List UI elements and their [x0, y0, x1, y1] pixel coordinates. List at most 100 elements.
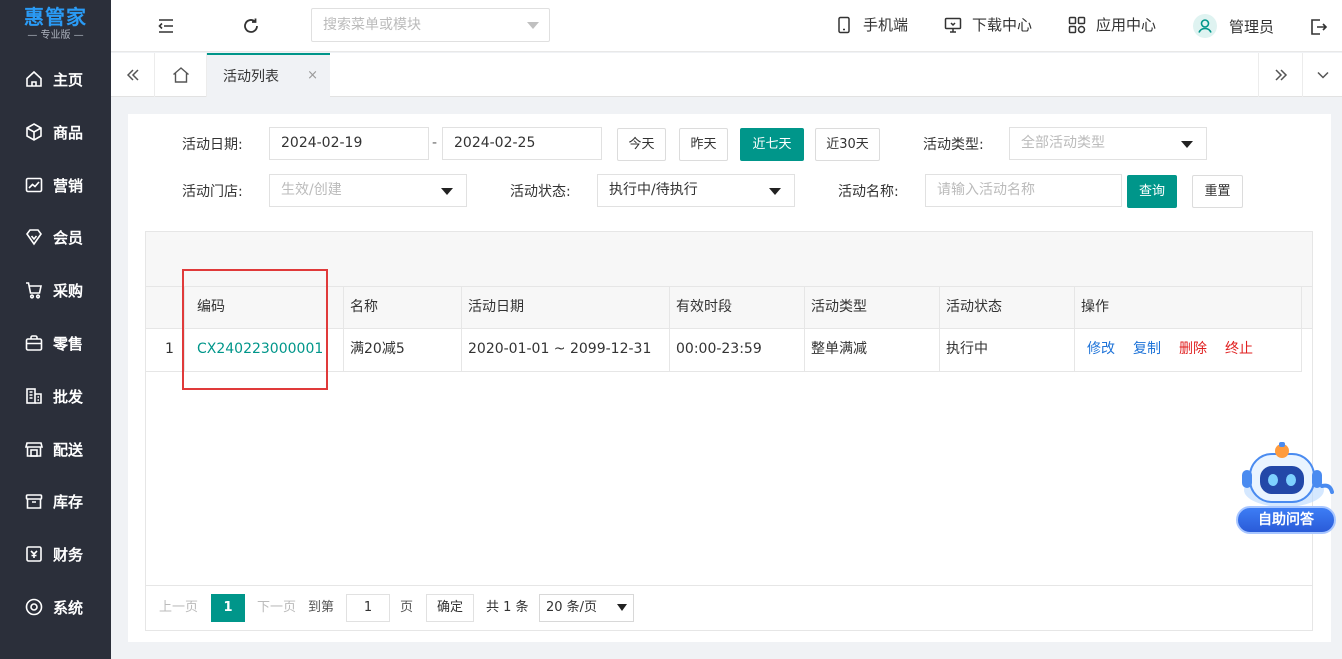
date-end-input[interactable]: 2024-02-25	[442, 127, 602, 160]
tab-bar: 活动列表 ×	[111, 53, 1342, 97]
tabs-scroll-left-button[interactable]	[111, 53, 155, 97]
sidebar-item-label: 营销	[53, 176, 84, 195]
query-button[interactable]: 查询	[1127, 175, 1177, 208]
store-select[interactable]: 生效/创建	[269, 174, 467, 207]
date-start-input[interactable]: 2024-02-19	[269, 127, 429, 160]
stop-link[interactable]: 终止	[1225, 329, 1253, 370]
tab-activity-list[interactable]: 活动列表 ×	[207, 53, 330, 97]
tab-home[interactable]	[155, 53, 207, 97]
sidebar-item-system[interactable]: 系统	[0, 581, 111, 633]
column-header-actions: 操作	[1081, 299, 1109, 315]
today-button[interactable]: 今天	[617, 128, 666, 161]
logo-subtitle: — 专业版 —	[27, 30, 84, 41]
app-center-link[interactable]: 应用中心	[1068, 14, 1156, 35]
sidebar-item-marketing[interactable]: 营销	[0, 159, 111, 211]
date-separator: -	[432, 135, 438, 151]
sidebar-item-home[interactable]: 主页	[0, 53, 111, 105]
pagination: 上一页 1 下一页 到第 1 页 确定 共 1 条 20 条/页	[146, 585, 1312, 630]
next-page-button[interactable]: 下一页	[257, 594, 296, 622]
page-size-select[interactable]: 20 条/页	[539, 594, 634, 622]
column-divider	[669, 286, 670, 372]
sidebar-item-label: 会员	[53, 228, 84, 247]
double-chevron-left-icon	[126, 69, 139, 81]
sidebar-item-retail[interactable]: 零售	[0, 317, 111, 369]
download-center-label: 下载中心	[972, 16, 1033, 34]
user-name: 管理员	[1229, 17, 1275, 36]
page-number-current[interactable]: 1	[211, 594, 245, 622]
sidebar-item-label: 库存	[53, 492, 84, 511]
chevron-down-icon	[1316, 71, 1329, 79]
box-icon	[26, 123, 42, 141]
finance-icon	[26, 546, 42, 562]
column-header-name: 名称	[350, 299, 378, 315]
highlight-box	[182, 269, 328, 390]
settings-icon	[25, 598, 43, 616]
double-chevron-right-icon	[1274, 69, 1287, 81]
goto-page-input[interactable]: 1	[346, 594, 390, 622]
assistant-label: 自助问答	[1236, 506, 1336, 534]
sidebar-item-label: 采购	[53, 281, 84, 300]
column-header-status: 活动状态	[946, 299, 1002, 315]
download-center-link[interactable]: 下载中心	[944, 14, 1032, 35]
last-30-days-button[interactable]: 近30天	[815, 128, 880, 161]
column-header-time: 有效时段	[676, 299, 732, 315]
date-label: 活动日期:	[182, 137, 243, 153]
goto-label: 到第	[308, 600, 335, 615]
tabs-scroll-right-button[interactable]	[1258, 53, 1302, 97]
menu-search-select[interactable]: 搜索菜单或模块	[311, 8, 550, 42]
store-icon	[24, 442, 44, 457]
user-menu[interactable]: 管理员	[1193, 14, 1274, 38]
activity-status: 执行中	[946, 341, 988, 357]
monitor-icon	[944, 17, 962, 33]
activity-name: 满20减5	[350, 341, 405, 357]
sidebar-item-finance[interactable]: 财务	[0, 528, 111, 580]
store-placeholder: 生效/创建	[281, 182, 342, 198]
tabs-menu-button[interactable]	[1302, 53, 1342, 97]
user-avatar-icon	[1193, 14, 1217, 38]
refresh-icon[interactable]	[241, 16, 261, 36]
reset-button[interactable]: 重置	[1192, 175, 1243, 208]
sidebar-item-members[interactable]: 会员	[0, 211, 111, 263]
sidebar-item-label: 财务	[53, 545, 84, 564]
cart-icon	[26, 282, 42, 299]
sidebar-item-delivery[interactable]: 配送	[0, 423, 111, 475]
sidebar-item-inventory[interactable]: 库存	[0, 475, 111, 527]
sidebar-item-label: 主页	[53, 70, 84, 89]
assistant-widget[interactable]: 自助问答	[1234, 440, 1338, 536]
sidebar-item-label: 零售	[53, 334, 84, 353]
copy-link[interactable]: 复制	[1133, 329, 1161, 370]
close-icon[interactable]: ×	[307, 68, 318, 83]
activity-type-select[interactable]: 全部活动类型	[1009, 127, 1207, 160]
sidebar-item-label: 系统	[53, 598, 84, 617]
store-label: 活动门店:	[182, 184, 243, 200]
edit-link[interactable]: 修改	[1087, 329, 1115, 370]
goto-confirm-button[interactable]: 确定	[426, 594, 474, 622]
status-label: 活动状态:	[510, 184, 571, 200]
column-divider	[1074, 286, 1075, 372]
prev-page-button[interactable]: 上一页	[159, 594, 198, 622]
delete-link[interactable]: 删除	[1179, 329, 1207, 370]
column-header-date: 活动日期	[468, 299, 524, 315]
mobile-link[interactable]: 手机端	[835, 14, 908, 35]
activity-name-input[interactable]: 请输入活动名称	[925, 174, 1122, 207]
logo-title: 惠管家	[24, 5, 87, 29]
collapse-menu-icon[interactable]	[156, 16, 176, 36]
activity-time-range: 00:00-23:59	[676, 341, 762, 357]
total-count: 共 1 条	[486, 600, 529, 615]
page-unit-label: 页	[400, 600, 414, 615]
logout-icon[interactable]	[1308, 17, 1328, 37]
logo: 惠管家 — 专业版 —	[0, 0, 111, 53]
yesterday-button[interactable]: 昨天	[679, 128, 728, 161]
search-placeholder: 搜索菜单或模块	[323, 17, 421, 33]
top-header: 搜索菜单或模块 手机端 下载中心 应用中心 管理员	[111, 0, 1342, 52]
tab-label: 活动列表	[223, 69, 279, 85]
activity-date-range: 2020-01-01 ~ 2099-12-31	[468, 341, 652, 357]
last-7-days-button[interactable]: 近七天	[740, 128, 804, 161]
column-divider	[939, 286, 940, 372]
sidebar-item-wholesale[interactable]: 批发	[0, 370, 111, 422]
sidebar-item-goods[interactable]: 商品	[0, 106, 111, 158]
row-index: 1	[165, 341, 174, 357]
sidebar-item-purchase[interactable]: 采购	[0, 264, 111, 316]
sidebar: 惠管家 — 专业版 — 主页 商品 营销 会员 采购 零售 批发 配送 库存 财…	[0, 0, 111, 659]
status-select[interactable]: 执行中/待执行	[597, 174, 795, 207]
